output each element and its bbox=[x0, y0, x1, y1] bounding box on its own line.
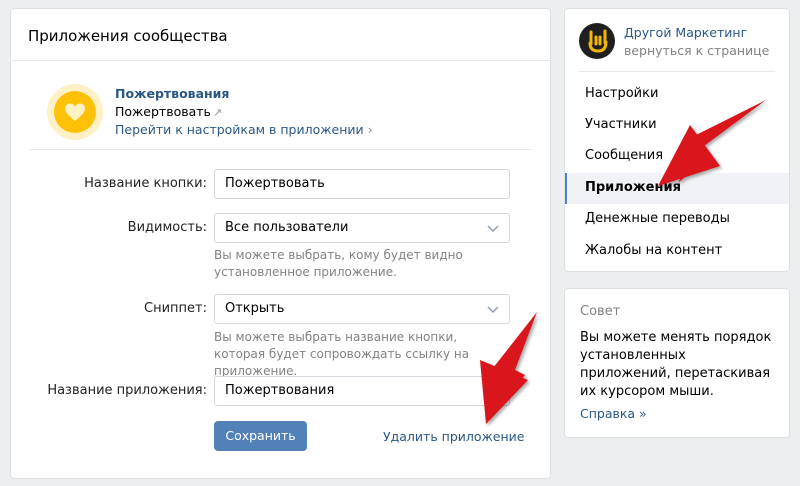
avatar[interactable] bbox=[579, 23, 615, 59]
page-title: Приложения сообщества bbox=[11, 9, 550, 61]
snippet-value: Открыть bbox=[225, 301, 285, 316]
app-name-input[interactable]: Пожертвования bbox=[214, 376, 510, 406]
group-name[interactable]: Другой Маркетинг bbox=[624, 25, 784, 40]
tip-title: Совет bbox=[580, 304, 621, 319]
sidebar-item-settings[interactable]: Настройки bbox=[565, 79, 789, 110]
app-settings-link-label[interactable]: Перейти к настройкам в приложении bbox=[115, 122, 364, 137]
chevron-down-icon bbox=[487, 306, 499, 314]
back-to-page-link[interactable]: вернуться к странице bbox=[624, 43, 784, 58]
visibility-select[interactable]: Все пользователи bbox=[214, 213, 510, 243]
sidebar-item-apps[interactable]: Приложения bbox=[565, 173, 789, 204]
sidebar-item-label: Сообщения bbox=[585, 148, 664, 163]
sidebar-item-content-reports[interactable]: Жалобы на контент bbox=[565, 236, 789, 267]
app-settings-link[interactable]: Перейти к настройкам в приложении › bbox=[115, 122, 415, 137]
community-apps-panel: Приложения сообщества Пожертвования Поже… bbox=[10, 8, 551, 479]
sidebar-item-money-transfers[interactable]: Денежные переводы bbox=[565, 204, 789, 235]
chevron-right-icon: › bbox=[367, 122, 373, 137]
visibility-value: Все пользователи bbox=[225, 220, 349, 235]
button-name-value: Пожертвовать bbox=[225, 176, 325, 191]
tip-box: Совет Вы можете менять порядок установле… bbox=[564, 288, 790, 438]
app-title[interactable]: Пожертвования bbox=[115, 86, 315, 101]
button-name-label: Название кнопки: bbox=[84, 176, 207, 191]
app-action-text: Пожертвовать ↗ bbox=[115, 104, 315, 119]
sidebar-item-label: Жалобы на контент bbox=[585, 243, 723, 258]
visibility-label: Видимость: bbox=[127, 220, 207, 235]
snippet-hint: Вы можете выбрать название кнопки, котор… bbox=[214, 330, 470, 378]
app-name-value: Пожертвования bbox=[225, 383, 335, 398]
rock-hand-icon bbox=[588, 29, 608, 53]
app-name-label: Название приложения: bbox=[47, 383, 207, 398]
snippet-select[interactable]: Открыть bbox=[214, 294, 510, 324]
sidebar-item-label: Настройки bbox=[585, 86, 659, 101]
divider bbox=[29, 149, 532, 150]
save-button[interactable]: Сохранить bbox=[214, 421, 307, 451]
visibility-hint: Вы можете выбрать, кому будет видно уста… bbox=[214, 248, 463, 279]
sidebar-item-messages[interactable]: Сообщения bbox=[565, 141, 789, 172]
external-link-icon[interactable]: ↗ bbox=[213, 106, 222, 119]
divider bbox=[579, 71, 775, 72]
sidebar-item-label: Денежные переводы bbox=[585, 211, 730, 226]
delete-app-link[interactable]: Удалить приложение bbox=[383, 429, 524, 444]
button-name-input[interactable]: Пожертвовать bbox=[214, 169, 510, 199]
sidebar-item-label: Участники bbox=[585, 117, 657, 132]
sidebar-item-members[interactable]: Участники bbox=[565, 110, 789, 141]
app-action-label: Пожертвовать bbox=[115, 104, 211, 119]
help-link[interactable]: Справка » bbox=[580, 406, 647, 421]
sidebar-item-label: Приложения bbox=[585, 180, 681, 195]
tip-text: Вы можете менять порядок установленных п… bbox=[580, 330, 772, 399]
snippet-label: Сниппет: bbox=[144, 301, 207, 316]
community-menu: Другой Маркетинг вернуться к странице На… bbox=[564, 8, 790, 272]
chevron-down-icon bbox=[487, 225, 499, 233]
heart-icon bbox=[65, 103, 85, 121]
app-logo bbox=[47, 84, 103, 140]
